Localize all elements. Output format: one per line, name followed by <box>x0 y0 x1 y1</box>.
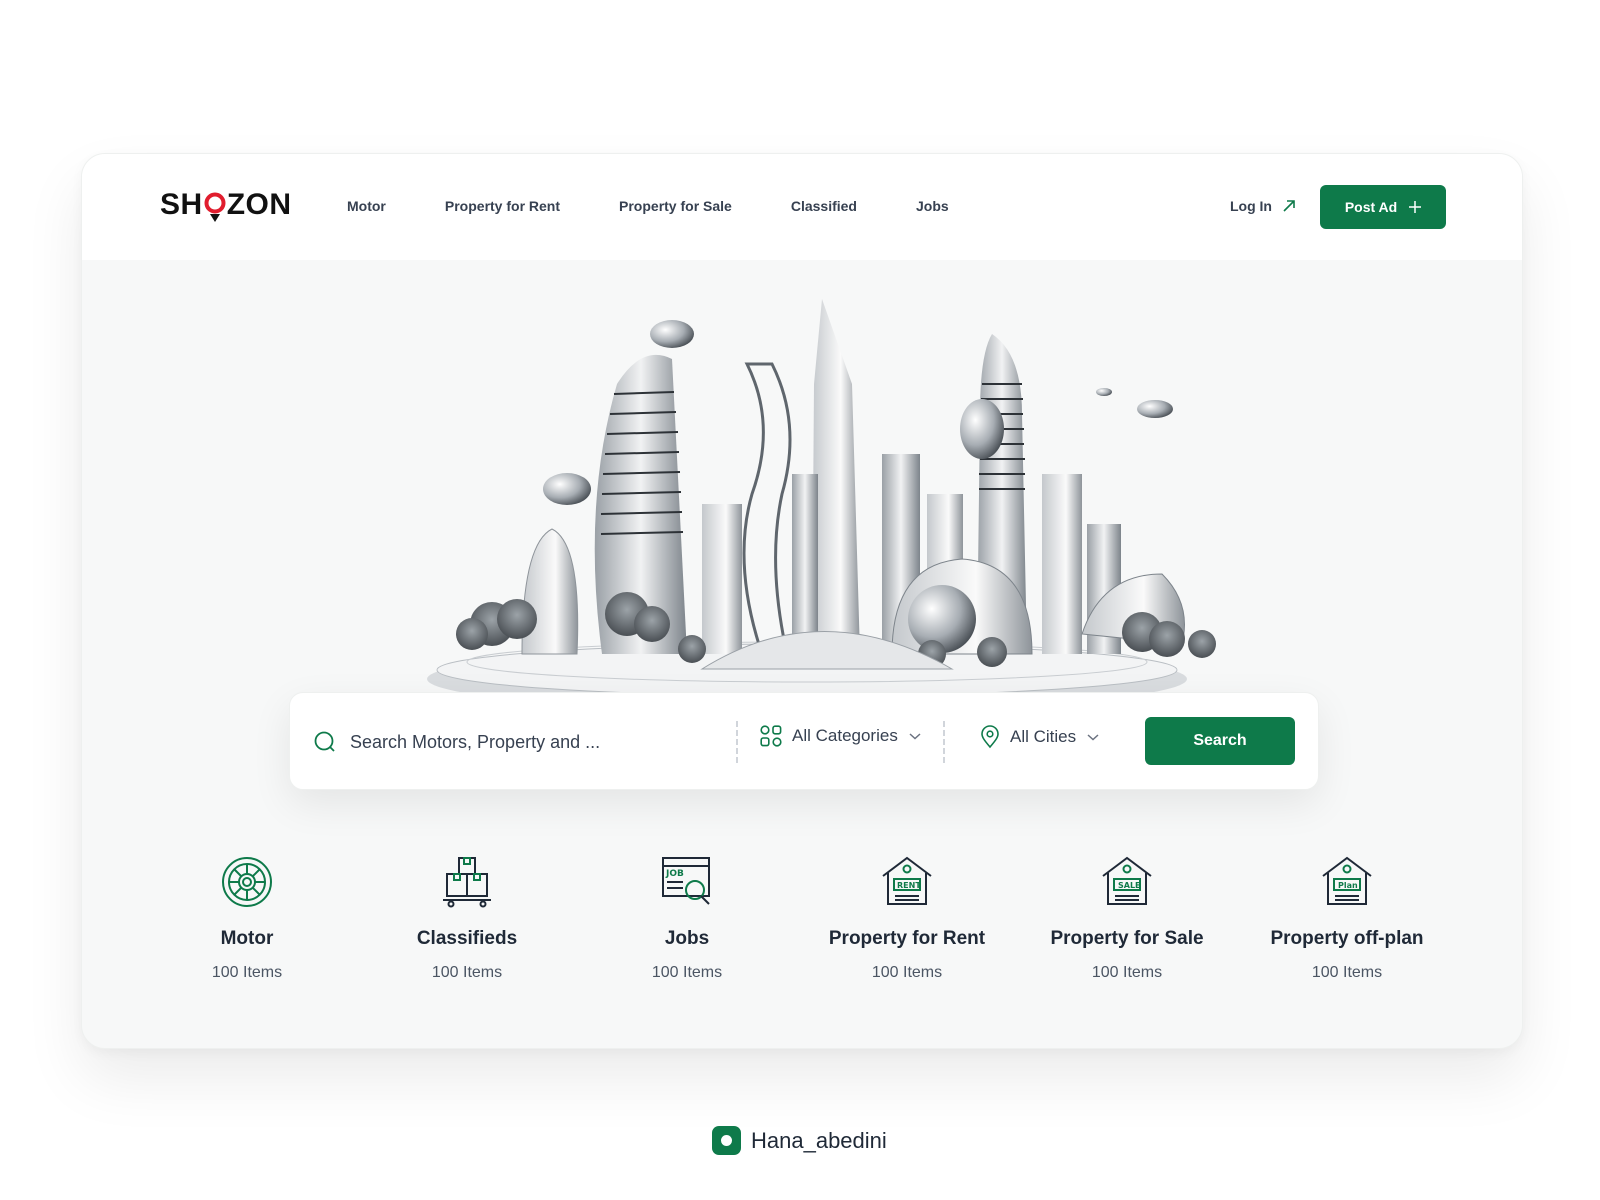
shozon-logo[interactable]: SH ZON <box>160 188 292 222</box>
city-select[interactable]: All Cities <box>980 725 1100 749</box>
job-search-icon: JOB <box>577 854 797 910</box>
logo-text-left: SH <box>160 188 203 221</box>
category-select-value: All Categories <box>792 726 898 745</box>
instagram-icon <box>712 1126 741 1155</box>
login-link[interactable]: Log In <box>1230 198 1296 214</box>
location-pin-icon <box>204 190 226 222</box>
app-frame: SH ZON Motor Property for Rent Property … <box>81 153 1523 1049</box>
chevron-down-icon <box>1087 734 1099 741</box>
category-title: Property for Rent <box>828 928 986 949</box>
plus-icon <box>1409 201 1422 213</box>
house-rent-icon: RENT <box>797 854 1017 910</box>
designer-handle: Hana_abedini <box>751 1127 887 1153</box>
top-header: SH ZON Motor Property for Rent Property … <box>82 154 1522 260</box>
futuristic-city-illustration <box>427 299 1216 711</box>
nav-item-jobs[interactable]: Jobs <box>916 198 949 214</box>
category-count: 100 Items <box>871 964 943 981</box>
category-list: Motor 100 Items Classifieds 100 Items JO… <box>137 854 1457 982</box>
city-select-value: All Cities <box>1010 727 1077 746</box>
category-count: 100 Items <box>431 964 503 981</box>
category-title: Property for Sale <box>1050 928 1204 949</box>
category-title: Motor <box>220 928 274 949</box>
category-count: 100 Items <box>651 964 723 981</box>
nav-item-property-for-sale[interactable]: Property for Sale <box>619 198 732 214</box>
category-property-off-plan[interactable]: Plan Property off-plan 100 Items <box>1237 854 1457 982</box>
post-ad-label: Post Ad <box>1344 199 1398 215</box>
category-title: Property off-plan <box>1270 928 1424 949</box>
arrow-up-right-icon <box>1283 200 1295 212</box>
logo-text-right: ZON <box>226 188 292 221</box>
category-title: Classifieds <box>416 928 518 949</box>
designer-credit: Hana_abedini <box>712 1126 887 1155</box>
job-icon-label: JOB <box>665 869 684 879</box>
chevron-down-icon <box>909 733 921 740</box>
house-sale-icon: SALE <box>1017 854 1237 910</box>
category-jobs[interactable]: JOB Jobs 100 Items <box>577 854 797 982</box>
category-property-for-sale[interactable]: SALE Property for Sale 100 Items <box>1017 854 1237 982</box>
search-bar: All Categories All Cities Search <box>289 692 1319 790</box>
category-classifieds[interactable]: Classifieds 100 Items <box>357 854 577 982</box>
categories-grid-icon <box>760 725 782 747</box>
location-pin-icon <box>981 725 999 749</box>
rent-sign: RENT <box>897 881 921 890</box>
search-divider <box>943 721 945 763</box>
category-motor[interactable]: Motor 100 Items <box>137 854 357 982</box>
boxes-icon <box>357 854 577 910</box>
nav-item-motor[interactable]: Motor <box>347 198 386 214</box>
category-count: 100 Items <box>1091 964 1163 981</box>
search-icon <box>314 731 335 752</box>
search-input[interactable] <box>350 727 730 757</box>
category-count: 100 Items <box>211 964 283 981</box>
category-count: 100 Items <box>1311 964 1383 981</box>
category-property-for-rent[interactable]: RENT Property for Rent 100 Items <box>797 854 1017 982</box>
post-ad-button[interactable]: Post Ad <box>1320 185 1446 229</box>
nav-item-classified[interactable]: Classified <box>791 198 857 214</box>
search-divider <box>736 721 738 763</box>
house-plan-icon: Plan <box>1237 854 1457 910</box>
category-title: Jobs <box>664 928 710 949</box>
search-button[interactable]: Search <box>1145 717 1295 765</box>
main-nav: Motor Property for Rent Property for Sal… <box>347 198 949 214</box>
login-label: Log In <box>1230 198 1272 214</box>
wheel-icon <box>137 854 357 910</box>
sale-sign: SALE <box>1118 881 1141 890</box>
category-select[interactable]: All Categories <box>760 725 922 747</box>
nav-item-property-for-rent[interactable]: Property for Rent <box>445 198 560 214</box>
plan-sign: Plan <box>1338 881 1358 890</box>
